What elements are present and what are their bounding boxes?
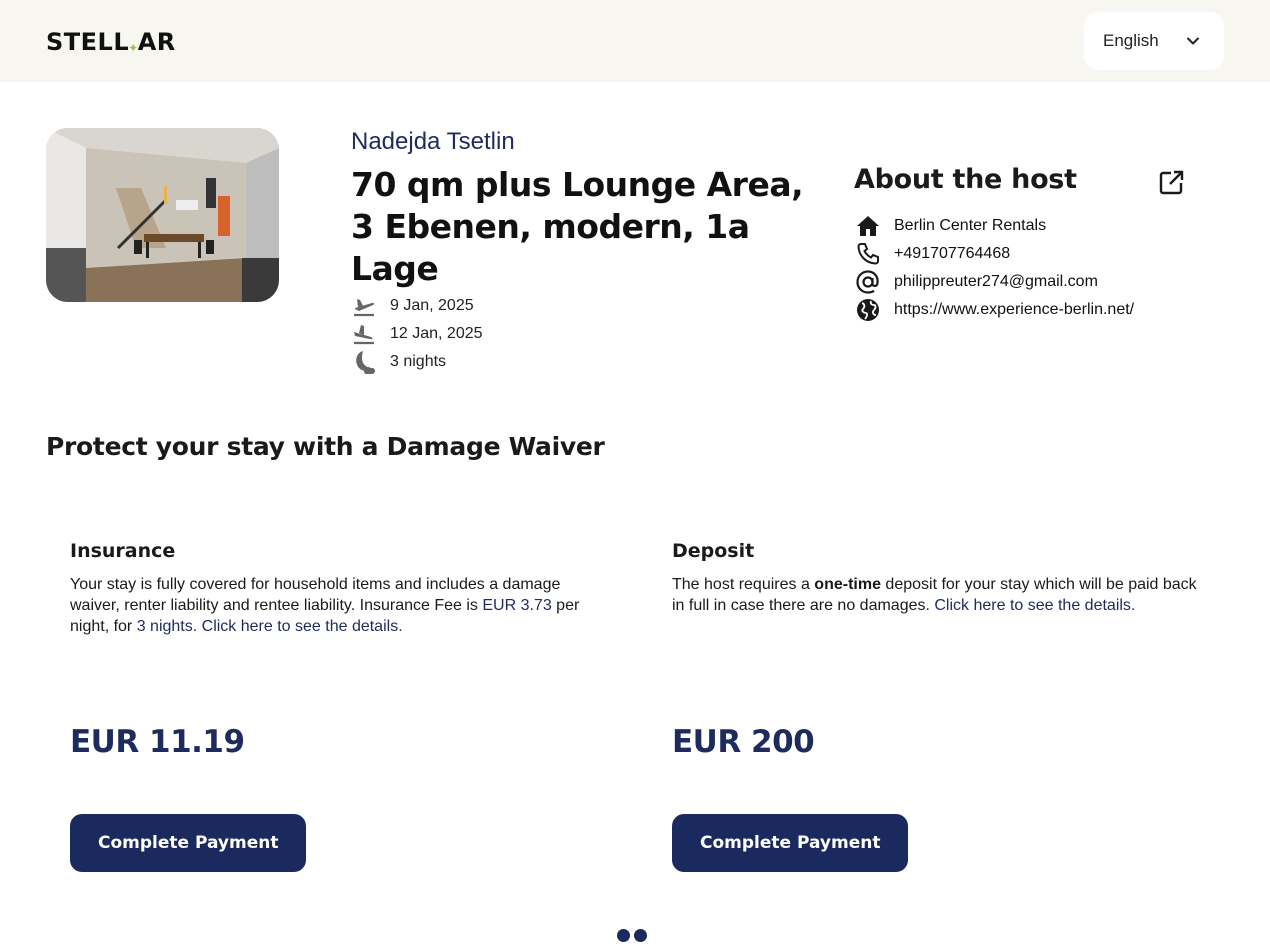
listing-title: 70 qm plus Lounge Area, 3 Ebenen, modern… — [351, 165, 804, 288]
moon-icon — [351, 350, 377, 374]
host-phone[interactable]: +491707764468 — [894, 245, 1010, 263]
home-icon — [854, 213, 882, 239]
deposit-complete-payment-button[interactable]: Complete Payment — [672, 814, 909, 872]
carousel-dot-2[interactable] — [634, 929, 647, 942]
deposit-heading: Deposit — [672, 540, 755, 562]
deposit-price: EUR 200 — [672, 724, 815, 760]
damage-waiver-heading: Protect your stay with a Damage Waiver — [46, 432, 605, 461]
nights-row: 3 nights — [351, 350, 446, 374]
plane-takeoff-icon — [351, 294, 377, 318]
at-sign-icon — [854, 269, 882, 295]
logo-spark-icon: ✦ — [128, 41, 139, 55]
logo-text-left: STELL — [46, 28, 130, 56]
nights-count: 3 nights — [390, 353, 447, 370]
deposit-details-link[interactable]: Click here to see the details. — [934, 597, 1135, 614]
checkin-date: 9 Jan, 2025 — [390, 297, 474, 314]
insurance-heading: Insurance — [70, 540, 176, 562]
host-website[interactable]: https://www.experience-berlin.net/ — [894, 301, 1134, 319]
insurance-price: EUR 11.19 — [70, 724, 245, 760]
language-select[interactable]: English — [1084, 12, 1224, 70]
insurance-nights: 3 nights — [136, 618, 193, 635]
logo-text-right: AR — [137, 28, 176, 56]
phone-icon — [854, 241, 882, 267]
checkin-row: 9 Jan, 2025 — [351, 294, 474, 318]
language-value: English — [1103, 31, 1159, 50]
deposit-one-time: one-time — [814, 576, 881, 593]
listing-photo — [46, 128, 279, 302]
insurance-description: Your stay is fully covered for household… — [70, 576, 580, 635]
host-email-row: philippreuter274@gmail.com — [854, 269, 1098, 295]
host-phone-row: +491707764468 — [854, 241, 1010, 267]
apartment-interior-image — [46, 128, 279, 302]
checkout-date: 12 Jan, 2025 — [390, 325, 483, 342]
checkout-row: 12 Jan, 2025 — [351, 322, 483, 346]
carousel-dot-1[interactable] — [617, 929, 630, 942]
carousel-dots — [617, 929, 647, 942]
host-name: Berlin Center Rentals — [894, 217, 1047, 234]
host-email[interactable]: philippreuter274@gmail.com — [894, 273, 1098, 291]
deposit-description: The host requires a one-time deposit for… — [672, 576, 1197, 614]
external-link-icon[interactable] — [1158, 169, 1185, 196]
host-website-row: https://www.experience-berlin.net/ — [854, 297, 1134, 323]
insurance-card: Insurance Your stay is fully covered for… — [70, 540, 610, 637]
insurance-complete-payment-button[interactable]: Complete Payment — [70, 814, 307, 872]
globe-icon — [854, 297, 882, 323]
host-name-row: Berlin Center Rentals — [854, 213, 1046, 239]
about-host-heading: About the host — [854, 164, 1077, 195]
chevron-down-icon — [1187, 37, 1199, 45]
stellar-logo[interactable]: STELL ✦ AR — [46, 28, 176, 56]
guest-name: Nadejda Tsetlin — [351, 128, 515, 155]
insurance-details-link[interactable]: Click here to see the details. — [202, 618, 403, 635]
insurance-fee: EUR 3.73 — [482, 597, 552, 614]
top-bar: STELL ✦ AR English — [0, 0, 1270, 82]
plane-landing-icon — [351, 322, 377, 346]
deposit-card: Deposit The host requires a one-time dep… — [672, 540, 1212, 616]
